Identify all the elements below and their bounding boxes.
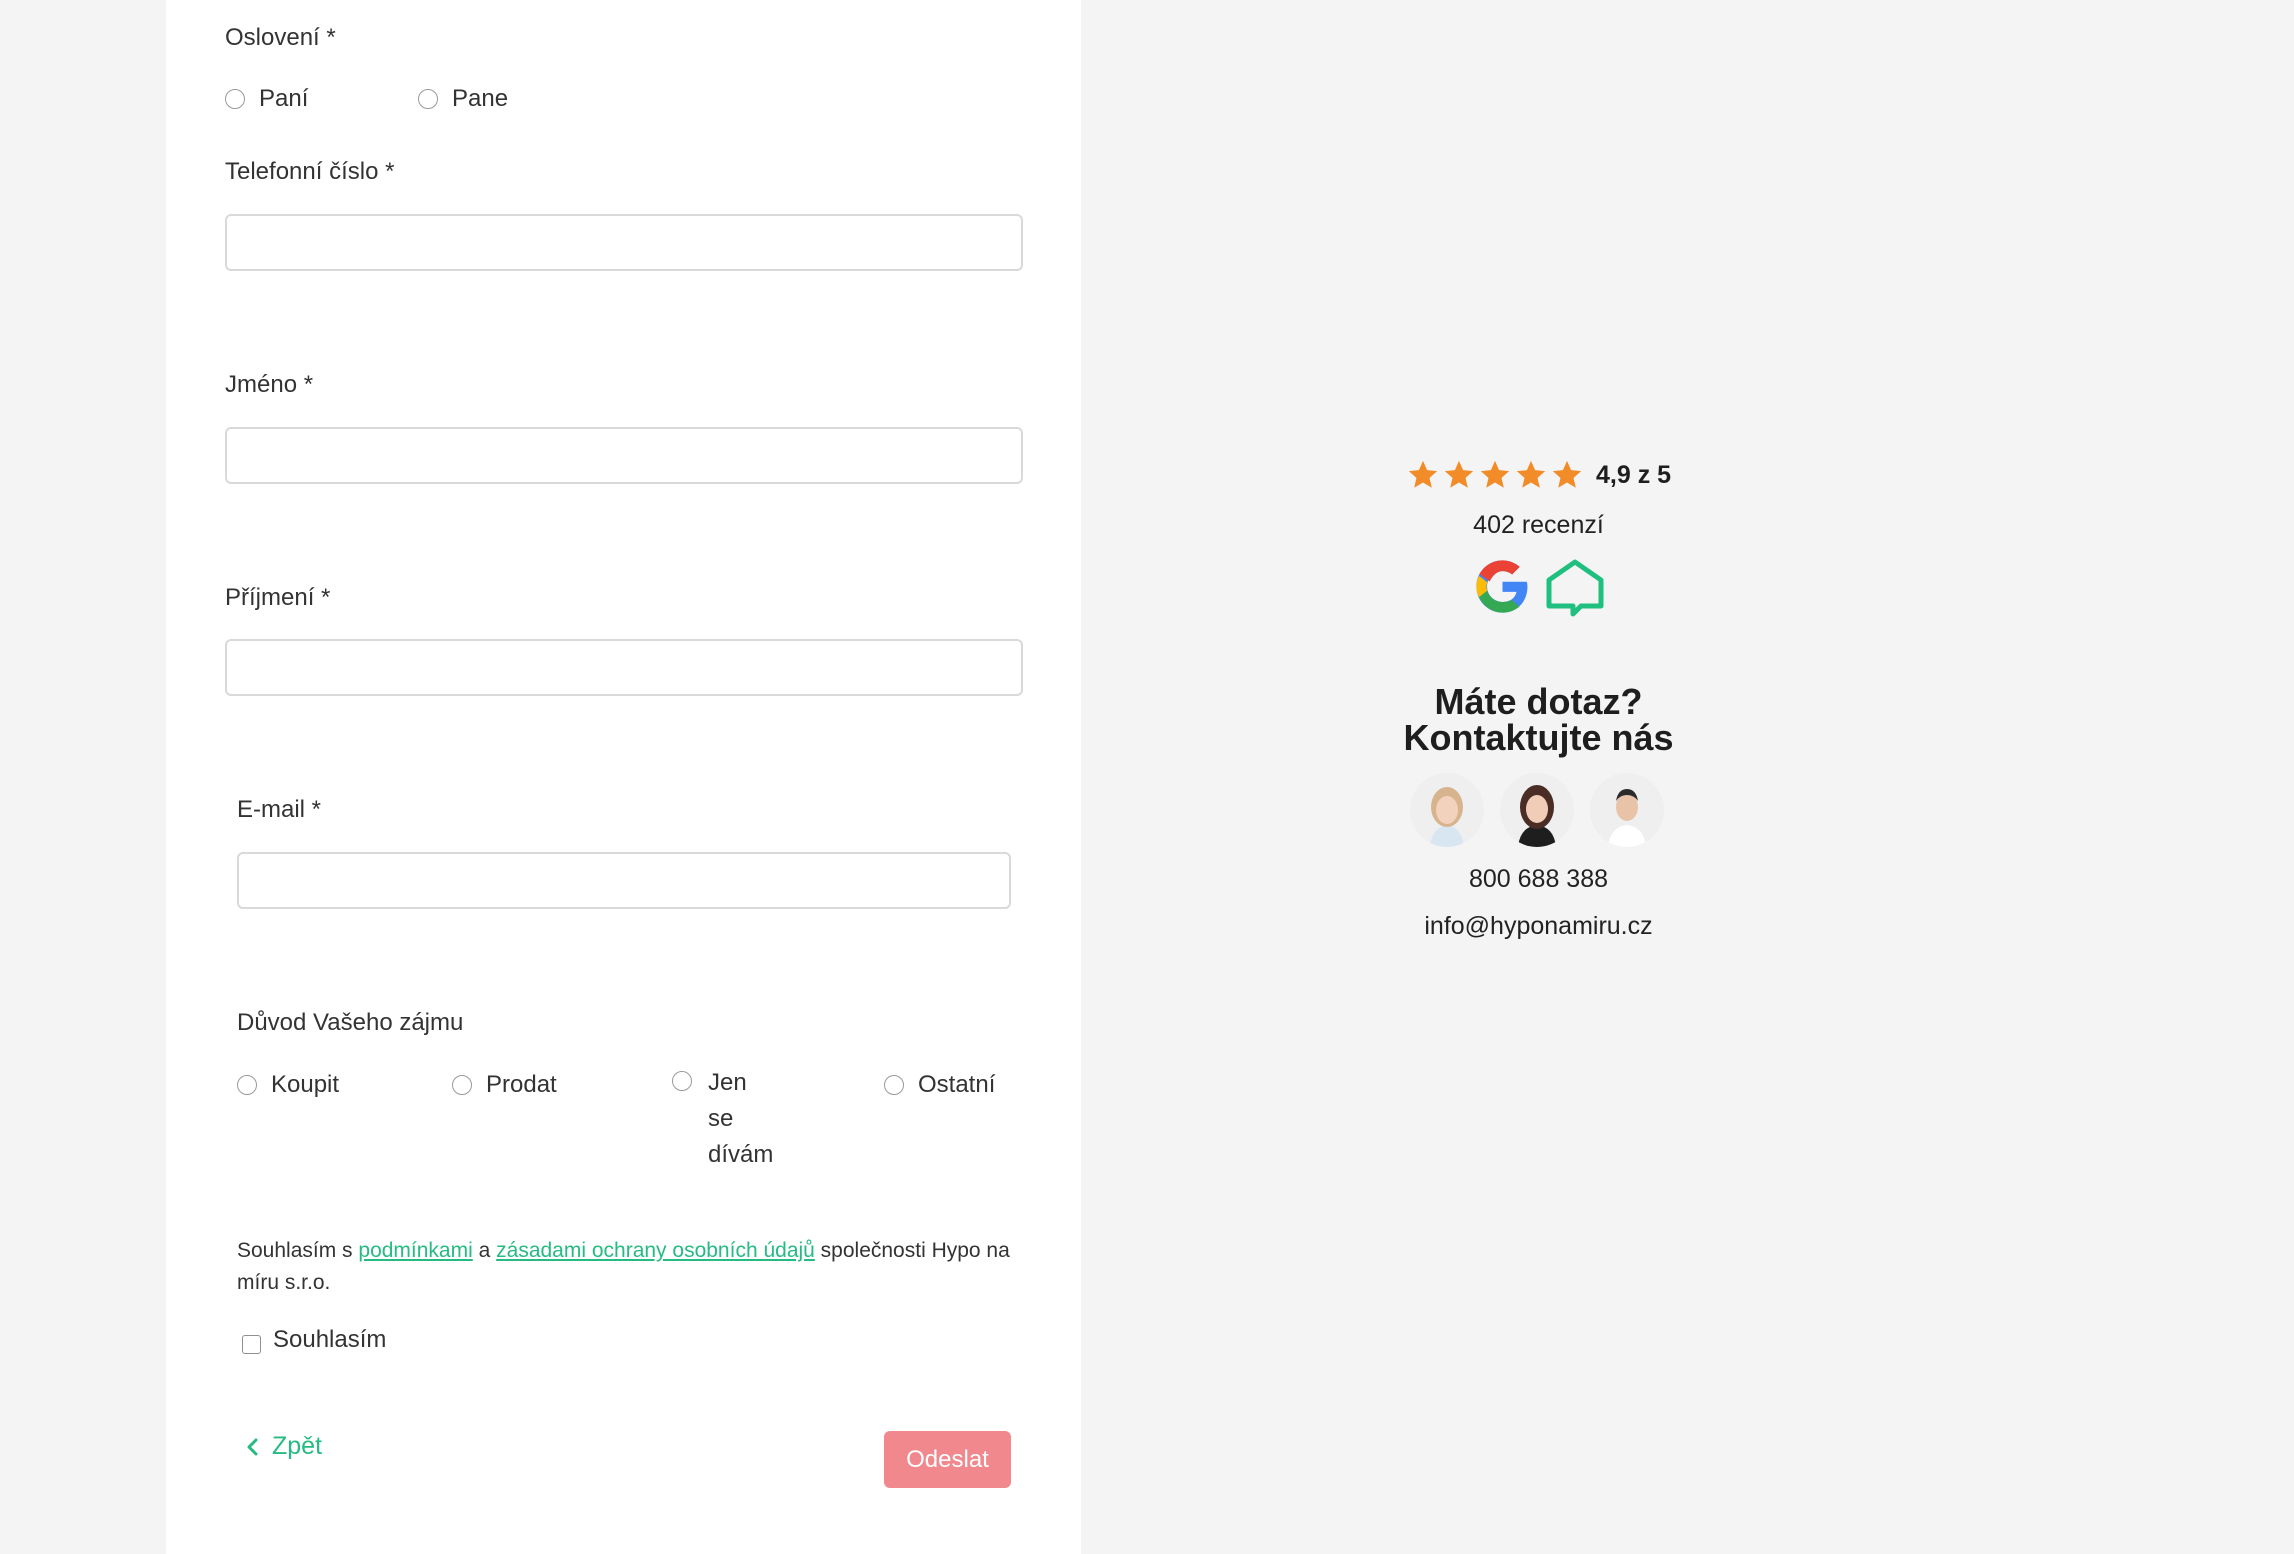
rating-text: 4,9 z 5 [1596,460,1672,489]
radio-label: Paní [259,85,309,112]
radio-button[interactable] [452,1075,472,1095]
radio-prodat[interactable]: Prodat [452,1071,557,1099]
radio-button[interactable] [884,1075,904,1095]
radio-label: Jen se dívám [708,1065,773,1173]
submit-button[interactable]: Odeslat [884,1431,1011,1488]
contact-phone[interactable]: 800 688 388 [1320,865,1757,894]
radio-label: Pane [452,85,509,112]
contact-heading: Máte dotaz? Kontaktujte nás [1320,684,1757,756]
privacy-link[interactable]: zásadami ochrany osobních údajů [496,1239,815,1262]
star-icon [1552,460,1582,488]
star-icon [1480,460,1510,488]
avatar [1590,773,1664,847]
email-input[interactable] [237,852,1011,909]
back-label: Zpět [272,1432,323,1460]
email-label: E-mail * [237,796,322,823]
google-logo-icon[interactable] [1474,558,1531,620]
salutation-label: Oslovení * [225,24,336,51]
reason-label: Důvod Vašeho zájmu [237,1009,464,1036]
radio-label-line: se [708,1105,734,1132]
radio-label: Ostatní [918,1071,996,1098]
radio-pane[interactable]: Pane [418,85,508,113]
consent-checkbox-label: Souhlasím [273,1326,387,1353]
radio-koupit[interactable]: Koupit [237,1071,339,1099]
first-name-input[interactable] [225,427,1023,484]
terms-link[interactable]: podmínkami [358,1239,472,1262]
radio-button[interactable] [672,1071,692,1091]
back-button[interactable]: Zpět [244,1432,322,1461]
radio-label: Koupit [271,1071,340,1098]
radio-label-line: Jen [708,1069,747,1096]
consent-middle: a [472,1239,497,1262]
avatars [1402,773,1672,847]
consent-prefix: Souhlasím s [237,1239,359,1262]
reviews-house-icon[interactable] [1545,556,1605,623]
last-name-label: Příjmení * [225,584,331,611]
consent-text: Souhlasím s podmínkami a zásadami ochran… [237,1235,1027,1299]
star-icon [1444,460,1474,488]
rating: 4,9 z 5 [1406,458,1671,492]
radio-button[interactable] [225,89,245,109]
radio-pani[interactable]: Paní [225,85,308,113]
chevron-left-icon [247,1438,258,1455]
radio-label: Prodat [486,1071,557,1098]
contact-email[interactable]: info@hyponamiru.cz [1320,912,1757,941]
last-name-input[interactable] [225,639,1023,696]
radio-ostatni[interactable]: Ostatní [884,1071,995,1099]
first-name-label: Jméno * [225,371,314,398]
phone-label: Telefonní číslo * [225,158,395,185]
radio-label-line: dívám [708,1141,774,1168]
heading-line: Kontaktujte nás [1403,717,1674,758]
checkbox[interactable] [242,1335,261,1354]
star-icon [1408,460,1438,488]
avatar [1410,773,1484,847]
radio-button[interactable] [237,1075,257,1095]
star-icon [1516,460,1546,488]
review-count: 402 recenzí [1473,511,1604,539]
consent-checkbox[interactable] [242,1335,261,1359]
phone-input[interactable] [225,214,1023,271]
avatar [1500,773,1574,847]
radio-button[interactable] [418,89,438,109]
heading-line: Máte dotaz? [1434,681,1643,722]
